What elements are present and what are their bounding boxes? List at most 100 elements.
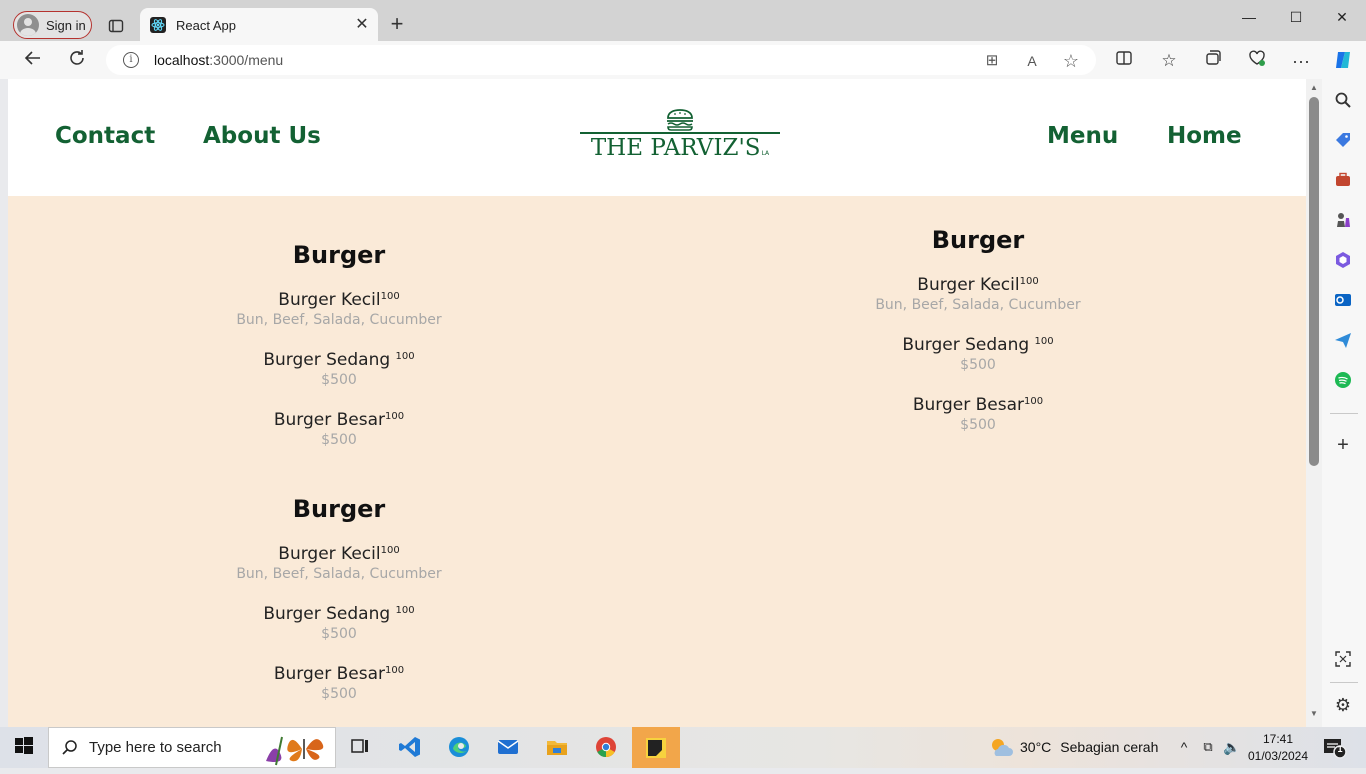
taskbar-search-box[interactable]: Type here to search bbox=[48, 727, 336, 768]
taskbar-clock[interactable]: 17:41 01/03/2024 bbox=[1240, 731, 1316, 765]
item-name: Burger Kecil100 bbox=[278, 290, 400, 310]
nav-link-contact[interactable]: Contact bbox=[55, 123, 155, 149]
menu-item: Burger Kecil100 Bun, Beef, Salada, Cucum… bbox=[139, 290, 539, 330]
menu-item: Burger Kecil100 Bun, Beef, Salada, Cucum… bbox=[139, 544, 539, 584]
clock-date: 01/03/2024 bbox=[1247, 749, 1309, 763]
copilot-icon[interactable] bbox=[1331, 49, 1355, 73]
weather-partly-sunny-icon bbox=[992, 739, 1013, 756]
spotify-icon[interactable] bbox=[1333, 371, 1353, 391]
minimize-icon[interactable]: — bbox=[1226, 6, 1272, 28]
menu-item: Burger Sedang 100 $500 bbox=[778, 335, 1178, 375]
search-icon[interactable] bbox=[1333, 91, 1353, 111]
sign-in-label: Sign in bbox=[46, 17, 86, 33]
logo-name: THE PARVIZ'SLA bbox=[590, 135, 770, 161]
section-title: Burger bbox=[292, 241, 386, 269]
menu-item: Burger Sedang 100 $500 bbox=[139, 350, 539, 390]
item-price: $500 bbox=[321, 372, 357, 388]
settings-gear-icon[interactable]: ⚙ bbox=[1333, 695, 1353, 715]
item-description: Bun, Beef, Salada, Cucumber bbox=[236, 312, 442, 328]
read-aloud-icon[interactable]: A bbox=[1023, 52, 1041, 70]
scroll-up-icon[interactable]: ▲ bbox=[1309, 83, 1319, 92]
butterfly-search-highlight-icon bbox=[266, 736, 324, 766]
item-name: Burger Kecil100 bbox=[917, 275, 1039, 295]
item-price: $500 bbox=[321, 432, 357, 448]
nav-link-menu[interactable]: Menu bbox=[1047, 123, 1118, 149]
section-title: Burger bbox=[292, 495, 386, 523]
tab-actions-icon[interactable] bbox=[104, 14, 128, 38]
tools-briefcase-icon[interactable] bbox=[1333, 171, 1353, 191]
sticky-notes-active-tile[interactable] bbox=[632, 727, 680, 768]
maximize-icon[interactable]: ☐ bbox=[1273, 6, 1319, 28]
mail-icon[interactable] bbox=[496, 735, 520, 759]
windows-start-icon[interactable] bbox=[13, 735, 37, 759]
clock-time: 17:41 bbox=[1262, 732, 1294, 746]
chrome-icon[interactable] bbox=[594, 735, 618, 759]
sign-in-button[interactable]: Sign in bbox=[13, 11, 92, 39]
site-logo[interactable]: THE PARVIZ'SLA bbox=[580, 109, 780, 169]
profile-avatar-icon bbox=[17, 14, 39, 36]
menu-item: Burger Besar100 $500 bbox=[139, 664, 539, 704]
new-tab-icon[interactable]: + bbox=[385, 12, 409, 36]
item-name: Burger Sedang 100 bbox=[263, 604, 415, 624]
browser-tab-active[interactable]: React App ✕ bbox=[140, 8, 378, 42]
outlook-icon[interactable] bbox=[1333, 291, 1353, 311]
weather-description: Sebagian cerah bbox=[1060, 739, 1159, 755]
file-explorer-icon[interactable] bbox=[545, 735, 569, 759]
menu-item: Burger Kecil100 Bun, Beef, Salada, Cucum… bbox=[778, 275, 1178, 315]
favorites-icon[interactable]: ☆ bbox=[1157, 49, 1181, 73]
notification-center-icon[interactable]: 1 bbox=[1323, 735, 1347, 759]
menu-item: Burger Besar100 $500 bbox=[778, 395, 1178, 435]
item-name: Burger Besar100 bbox=[273, 410, 405, 430]
url-text: localhost:3000/menu bbox=[154, 52, 284, 68]
notification-count: 1 bbox=[1337, 744, 1343, 754]
item-name: Burger Kecil100 bbox=[278, 544, 400, 564]
page-scrollbar[interactable]: ▲ ▼ bbox=[1306, 79, 1322, 727]
back-arrow-icon[interactable] bbox=[21, 49, 45, 73]
item-description: Bun, Beef, Salada, Cucumber bbox=[875, 297, 1081, 313]
scrollbar-thumb[interactable] bbox=[1309, 97, 1319, 466]
collections-icon[interactable] bbox=[1201, 49, 1225, 73]
react-favicon-icon bbox=[150, 17, 166, 33]
address-bar[interactable]: i localhost:3000/menu ⊞ A ☆ bbox=[106, 45, 1096, 75]
show-hidden-icons-chevron-up-icon[interactable]: ^ bbox=[1172, 735, 1196, 759]
tab-close-icon[interactable]: ✕ bbox=[352, 15, 372, 35]
item-name: Burger Sedang 100 bbox=[263, 350, 415, 370]
app-install-icon[interactable]: ⊞ bbox=[983, 52, 1001, 70]
window-close-icon[interactable]: ✕ bbox=[1319, 6, 1365, 28]
games-chess-icon[interactable] bbox=[1333, 211, 1353, 231]
network-icon[interactable]: ⧉ bbox=[1196, 735, 1220, 759]
more-options-icon[interactable]: ··· bbox=[1289, 49, 1313, 73]
site-header: Contact About Us THE PARVIZ'SLA Menu Hom… bbox=[8, 79, 1306, 196]
sticky-notes-icon bbox=[646, 738, 666, 758]
menu-area: Burger Burger Kecil100 Bun, Beef, Salada… bbox=[8, 196, 1306, 727]
edge-browser-icon[interactable] bbox=[447, 735, 471, 759]
send-paper-plane-icon[interactable] bbox=[1333, 331, 1353, 351]
windows-taskbar: Type here to search 30°C Sebagian cerah … bbox=[0, 727, 1366, 768]
add-sidebar-app-icon[interactable]: + bbox=[1333, 435, 1353, 455]
favorite-star-icon[interactable]: ☆ bbox=[1062, 52, 1080, 70]
logo-rule bbox=[580, 132, 780, 134]
nav-link-home[interactable]: Home bbox=[1167, 123, 1242, 149]
screenshot-capture-icon[interactable] bbox=[1333, 650, 1353, 670]
shopping-tag-icon[interactable] bbox=[1333, 131, 1353, 151]
sidebar-divider bbox=[1330, 682, 1358, 683]
refresh-icon[interactable] bbox=[65, 49, 89, 73]
tab-title: React App bbox=[176, 17, 236, 33]
split-screen-icon[interactable] bbox=[1112, 49, 1136, 73]
taskbar-search-placeholder: Type here to search bbox=[89, 739, 222, 756]
item-price: $500 bbox=[960, 357, 996, 373]
taskbar-search-icon bbox=[62, 739, 77, 755]
weather-widget[interactable]: 30°C Sebagian cerah bbox=[988, 736, 1158, 758]
microsoft365-icon[interactable] bbox=[1333, 251, 1353, 271]
weather-temperature: 30°C bbox=[1020, 739, 1052, 755]
site-info-icon[interactable]: i bbox=[123, 52, 139, 68]
logo-suffix: LA bbox=[761, 150, 770, 157]
nav-link-about-us[interactable]: About Us bbox=[203, 123, 321, 149]
scroll-down-icon[interactable]: ▼ bbox=[1309, 709, 1319, 718]
menu-item: Burger Sedang 100 $500 bbox=[139, 604, 539, 644]
browser-essentials-icon[interactable] bbox=[1245, 49, 1269, 73]
item-description: Bun, Beef, Salada, Cucumber bbox=[236, 566, 442, 582]
browser-toolbar: i localhost:3000/menu ⊞ A ☆ ☆ ··· bbox=[0, 41, 1366, 79]
task-view-icon[interactable] bbox=[349, 735, 373, 759]
vscode-icon[interactable] bbox=[398, 735, 422, 759]
